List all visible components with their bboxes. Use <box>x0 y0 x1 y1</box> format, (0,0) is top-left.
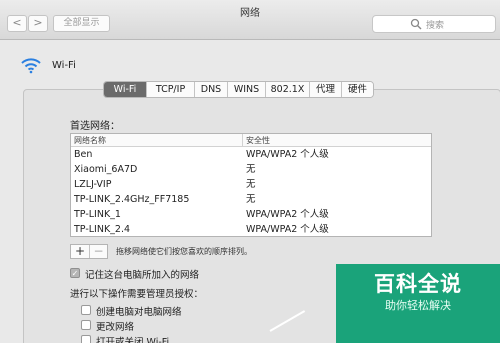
network-security: WPA/WPA2 个人级 <box>246 149 329 160</box>
watermark-subtitle: 助你轻松解决 <box>385 299 451 312</box>
table-row[interactable]: Xiaomi_6A7D 无 <box>71 162 431 177</box>
tab-hardware[interactable]: 硬件 <box>342 82 373 97</box>
create-computer-network-label: 创建电脑对电脑网络 <box>96 307 182 318</box>
toggle-wifi-label: 打开或关闭 Wi-Fi <box>96 337 170 343</box>
watermark-title: 百科全说 <box>374 272 462 296</box>
tab-proxy[interactable]: 代理 <box>310 82 342 97</box>
watermark-logo: 百科全说 助你轻松解决 <box>336 264 500 343</box>
network-name: TP-LINK_2.4GHz_FF7185 <box>74 194 190 205</box>
network-name: TP-LINK_2.4 <box>74 224 131 235</box>
forward-button[interactable]: > <box>28 15 48 32</box>
table-row[interactable]: Ben WPA/WPA2 个人级 <box>71 147 431 162</box>
change-network-label: 更改网络 <box>96 322 135 333</box>
wifi-icon <box>21 58 41 74</box>
network-security: 无 <box>246 164 256 175</box>
table-row[interactable]: TP-LINK_2.4GHz_FF7185 无 <box>71 192 431 207</box>
admin-auth-label: 进行以下操作需要管理员授权： <box>70 289 204 300</box>
network-security: 无 <box>246 194 256 205</box>
tab-bar: Wi-Fi TCP/IP DNS WINS 802.1X 代理 硬件 <box>103 81 374 98</box>
column-divider[interactable] <box>242 134 243 147</box>
tab-tcpip[interactable]: TCP/IP <box>147 82 195 97</box>
toggle-wifi-checkbox[interactable] <box>81 335 91 343</box>
service-name: Wi-Fi <box>52 60 76 71</box>
tab-wins[interactable]: WINS <box>228 82 266 97</box>
column-header-security[interactable]: 安全性 <box>246 135 270 146</box>
tab-dns[interactable]: DNS <box>195 82 228 97</box>
table-row[interactable]: TP-LINK_1 WPA/WPA2 个人级 <box>71 207 431 222</box>
network-security: 无 <box>246 179 256 190</box>
search-icon <box>410 18 422 30</box>
show-all-button[interactable]: 全部显示 <box>53 15 110 32</box>
remember-networks-checkbox[interactable]: ✓ <box>70 268 80 278</box>
network-security: WPA/WPA2 个人级 <box>246 209 329 220</box>
network-name: Ben <box>74 149 93 160</box>
network-name: Xiaomi_6A7D <box>74 164 138 175</box>
remove-network-button[interactable]: − <box>89 245 107 258</box>
add-network-button[interactable]: + <box>71 245 89 258</box>
add-remove-control: + − <box>70 244 108 259</box>
preferred-networks-label: 首选网络： <box>70 121 120 132</box>
title-bar: 网络 < > 全部显示 搜索 <box>0 0 500 40</box>
table-header: 网络名称 安全性 <box>71 134 431 147</box>
network-name: TP-LINK_1 <box>74 209 121 220</box>
table-row[interactable]: TP-LINK_2.4 WPA/WPA2 个人级 <box>71 222 431 236</box>
create-computer-network-checkbox[interactable] <box>81 305 91 315</box>
table-row[interactable]: LZLJ-VIP 无 <box>71 177 431 192</box>
search-field[interactable]: 搜索 <box>372 15 496 33</box>
back-button[interactable]: < <box>7 15 27 32</box>
search-placeholder: 搜索 <box>426 21 445 31</box>
remember-networks-label: 记住这台电脑所加入的网络 <box>85 270 200 281</box>
drag-hint: 拖移网络使它们按您喜欢的顺序排列。 <box>116 247 252 256</box>
preferred-networks-table[interactable]: 网络名称 安全性 Ben WPA/WPA2 个人级 Xiaomi_6A7D 无 … <box>70 133 432 237</box>
tab-8021x[interactable]: 802.1X <box>266 82 310 97</box>
change-network-checkbox[interactable] <box>81 320 91 330</box>
network-security: WPA/WPA2 个人级 <box>246 224 329 235</box>
network-name: LZLJ-VIP <box>74 179 112 190</box>
column-header-name[interactable]: 网络名称 <box>74 135 106 146</box>
tab-wifi[interactable]: Wi-Fi <box>104 82 147 97</box>
